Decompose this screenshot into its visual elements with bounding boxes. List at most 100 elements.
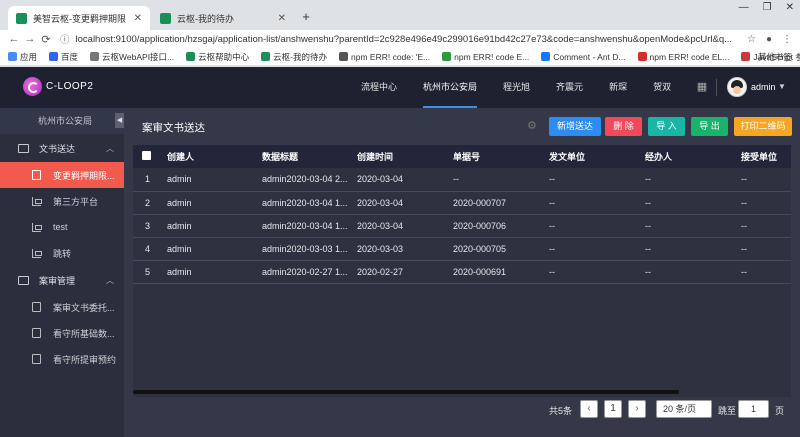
sidebar-item-label: 看守所提审预约 [53,354,117,365]
add-delivery-button[interactable]: 新增送达 [549,117,601,136]
column-header[interactable]: 发文单位 [549,145,645,168]
bookmark-item[interactable]: npm ERR! code E... [442,52,529,62]
column-header[interactable]: 创建时间 [357,145,453,168]
column-header[interactable]: 接受单位 [741,145,791,168]
browser-tab-title: 云枢-我的待办 [177,13,234,24]
sidebar-item[interactable]: 变更羁押期限... [0,162,124,188]
minimize-icon[interactable]: — [739,2,749,13]
bookmark-icon [90,52,100,61]
star-icon[interactable]: ☆ [747,34,756,45]
top-nav-item[interactable]: 程光旭 [490,67,543,108]
browser-tab-2[interactable]: 云枢-我的待办 ✕ [152,6,294,30]
url-field[interactable]: ⓘ localhost:9100/application/hzsgaj/appl… [60,31,739,47]
other-bookmarks[interactable]: 其他书签 [758,51,792,63]
page-size-select[interactable]: 20 条/页 [656,400,712,418]
row-index: 5 [133,260,167,284]
username[interactable]: admin [751,82,776,92]
row-index: 4 [133,237,167,261]
menu-icon[interactable]: ⋮ [782,34,792,45]
table-row[interactable]: 5 admin admin2020-02-27 1... 2020-02-27 2020… [133,260,791,284]
collapse-sidebar-icon[interactable]: ◀ [115,113,124,128]
bookmark-item[interactable]: Comment - Ant D... [541,51,626,62]
table-row[interactable]: 2 admin admin2020-03-04 1... 2020-03-04 2020… [133,191,791,215]
chevron-up-icon[interactable]: ︿ [106,143,114,154]
table-cell: -- [453,168,549,192]
top-nav-item[interactable]: 齐震元 [543,67,596,108]
reload-icon[interactable]: ⟳ [38,33,54,46]
column-header[interactable]: 创建人 [167,145,262,168]
bookmark-label: Comment - Ant D... [553,51,626,62]
page-number-button[interactable]: 1 [604,400,622,418]
bookmark-item[interactable]: 云枢帮助中心 [186,51,249,63]
sidebar-item[interactable]: 看守所提审预约 [0,346,124,372]
browser-tabstrip: 美智云枢-变更羁押期限通知书 ✕ 云枢-我的待办 ✕ + — ❐ ✕ [0,0,800,30]
select-all-checkbox[interactable] [142,151,151,160]
chevron-up-icon[interactable]: ︿ [106,275,114,286]
sidebar-item[interactable]: test [0,214,124,240]
bookmark-label: 百度 [61,51,79,62]
table-row[interactable]: 1 admin admin2020-03-04 2... 2020-03-04 -- --… [133,168,791,192]
bookmark-icon [637,52,647,61]
grid-icon[interactable]: ▦ [695,80,709,94]
table-cell: -- [549,168,645,192]
top-nav-item[interactable]: 杭州市公安局 [410,67,490,108]
sidebar-item-label: 案审文书委托... [53,302,115,313]
column-header[interactable]: 经办人 [645,145,741,168]
close-window-icon[interactable]: ✕ [786,2,794,13]
table-cell: -- [741,237,791,261]
pager-total: 共5条 [549,406,573,416]
table-cell: admin2020-02-27 1... [262,260,357,284]
chevron-down-icon[interactable]: ▼ [778,82,786,91]
account-icon[interactable]: ● [766,34,772,45]
sidebar-group[interactable]: 文书送达 ︿ [0,134,124,162]
browser-tab-1[interactable]: 美智云枢-变更羁押期限通知书 ✕ [8,6,150,30]
export-button[interactable]: 导 出 [691,117,728,136]
print-qr-button[interactable]: 打印二维码 [734,117,792,136]
maximize-icon[interactable]: ❐ [763,2,772,13]
bookmark-item[interactable]: 应用 [8,51,37,63]
sidebar-item[interactable]: 跳转 [0,240,124,266]
sidebar-item[interactable]: 案审文书委托... [0,294,124,320]
sidebar-group[interactable]: 案审管理 ︿ [0,266,124,294]
table-cell: -- [549,260,645,284]
bookmark-item[interactable]: 百度 [49,51,78,63]
sidebar-item-label: test [53,222,68,232]
table-cell: -- [741,191,791,215]
back-icon[interactable]: ← [6,33,22,45]
column-header[interactable]: 数据标题 [262,145,357,168]
avatar[interactable] [727,77,747,97]
column-header[interactable]: 单据号 [453,145,549,168]
horizontal-scrollbar[interactable] [133,390,679,394]
forward-icon[interactable]: → [22,33,38,45]
table-cell: -- [645,260,741,284]
app-favicon-icon [16,12,27,24]
info-icon[interactable]: ⓘ [60,32,70,46]
sidebar-item[interactable]: 看守所基础数... [0,320,124,346]
import-button[interactable]: 导 入 [648,117,685,136]
top-nav-item[interactable]: 贺双 [640,67,684,108]
folder-icon [18,275,29,285]
bookmark-item[interactable]: 云枢WebAPI接口... [90,51,174,63]
top-nav-item[interactable]: 新琛 [596,67,640,108]
close-icon[interactable]: ✕ [134,13,142,24]
sidebar-org: 杭州市公安局 ◀ [0,108,124,134]
close-icon[interactable]: ✕ [278,13,286,24]
new-tab-button[interactable]: + [298,9,314,25]
gear-icon[interactable]: ⚙ [527,119,537,132]
logo[interactable]: C-LOOP2 [23,77,93,96]
table-cell: -- [645,214,741,238]
table-row[interactable]: 3 admin admin2020-03-04 1... 2020-03-04 2020… [133,214,791,238]
prev-page-button[interactable]: ‹ [580,400,598,418]
table-row[interactable]: 4 admin admin2020-03-03 1... 2020-03-03 2020… [133,237,791,261]
next-page-button[interactable]: › [628,400,646,418]
goto-page-input[interactable]: 1 [738,400,769,418]
app-header: C-LOOP2 流程中心 杭州市公安局 程光旭 齐震元 新琛 贺双 ▦ admin ▼ [0,67,800,108]
top-nav-item[interactable]: 流程中心 [348,67,410,108]
bookmark-item[interactable]: 云枢-我的待办 [261,51,327,63]
bookmark-item[interactable]: npm ERR! code EL... [637,52,729,62]
bookmark-item[interactable]: npm ERR! code: 'E... [339,52,430,62]
table-cell: 2020-03-04 [357,214,453,238]
table-cell: -- [645,191,741,215]
delete-button[interactable]: 删 除 [605,117,642,136]
sidebar-item[interactable]: 第三方平台 [0,188,124,214]
